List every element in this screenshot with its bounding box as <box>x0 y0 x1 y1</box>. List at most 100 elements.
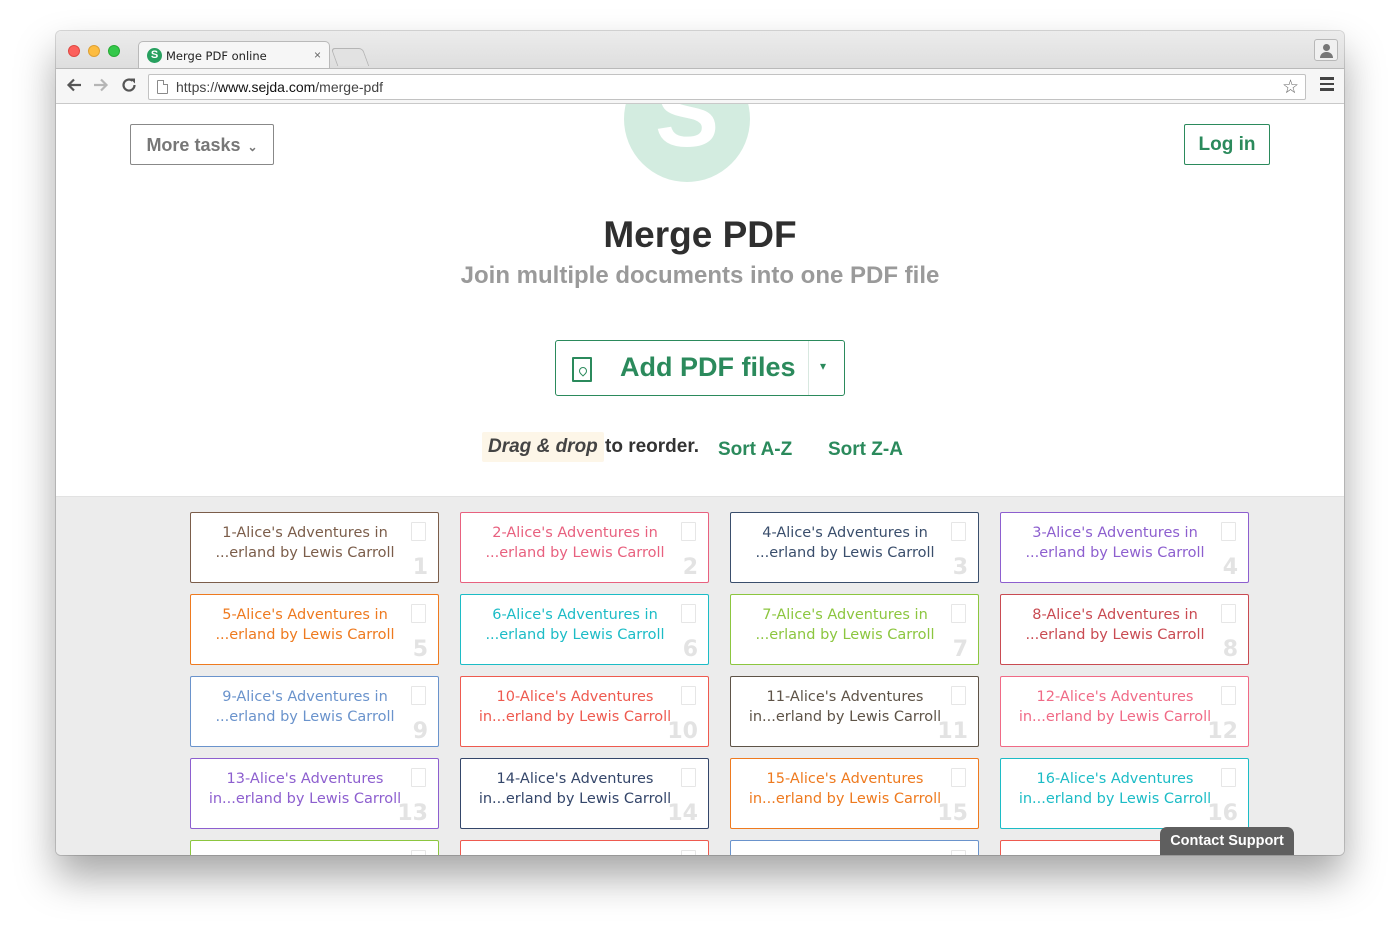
file-order-number: 4 <box>1222 555 1238 580</box>
hamburger-menu-icon[interactable] <box>1320 77 1334 94</box>
address-bar[interactable]: https://www.sejda.com/merge-pdf ☆ <box>148 74 1306 100</box>
file-card[interactable]: 4-Alice's Adventures in ...erland by Lewi… <box>730 512 979 583</box>
file-name: 9-Alice's Adventures in ...erland by Lewi… <box>201 687 409 727</box>
sejda-logo[interactable]: S <box>624 104 750 182</box>
file-name-line-2: in...erland by Lewis Carroll <box>1018 709 1212 725</box>
new-tab-button[interactable] <box>330 48 370 66</box>
arrow-right-icon <box>94 78 109 92</box>
page-title: Merge PDF <box>603 214 797 255</box>
contact-support-button[interactable]: Contact Support <box>1160 827 1294 855</box>
file-card[interactable]: 3-Alice's Adventures in ...erland by Lewi… <box>1000 512 1249 583</box>
file-name: 1-Alice's Adventures in ...erland by Lewi… <box>201 523 409 563</box>
document-icon <box>411 686 426 705</box>
file-order-number: 7 <box>952 637 968 662</box>
file-name: 5-Alice's Adventures in ...erland by Lewi… <box>201 605 409 645</box>
file-name-line-1: 12-Alice's Adventures <box>1036 689 1194 705</box>
document-icon <box>681 604 696 623</box>
file-card[interactable]: 7-Alice's Adventures in ...erland by Lewi… <box>730 594 979 665</box>
url-text[interactable]: https://www.sejda.com/merge-pdf <box>176 79 383 95</box>
file-name-line-2: ...erland by Lewis Carroll <box>755 627 935 643</box>
file-name-line-2: ...erland by Lewis Carroll <box>485 545 665 561</box>
url-path: /merge-pdf <box>315 79 383 95</box>
sort-z-a-link[interactable]: Sort Z-A <box>828 436 903 464</box>
file-card[interactable]: 13-Alice's Adventures in...erland by Lewi… <box>190 758 439 829</box>
files-grid: 1-Alice's Adventures in ...erland by Lewi… <box>56 496 1344 855</box>
document-icon <box>951 604 966 623</box>
sort-a-z-link[interactable]: Sort A-Z <box>718 436 792 464</box>
url-host: www.sejda.com <box>218 79 316 95</box>
reload-icon <box>122 78 136 92</box>
document-icon <box>1221 686 1236 705</box>
file-card[interactable]: 16-Alice's Adventures in...erland by Lewi… <box>1000 758 1249 829</box>
caret-down-icon[interactable]: ▾ <box>820 359 826 373</box>
document-icon <box>951 686 966 705</box>
file-name: 6-Alice's Adventures in ...erland by Lewi… <box>471 605 679 645</box>
back-button[interactable] <box>64 76 84 98</box>
file-card[interactable]: 11-Alice's Adventures in...erland by Lewi… <box>730 676 979 747</box>
page-subtitle: Join multiple documents into one PDF fil… <box>460 262 940 289</box>
document-icon <box>1221 522 1236 541</box>
file-card[interactable]: 14-Alice's Adventures in...erland by Lewi… <box>460 758 709 829</box>
file-name-line-2: in...erland by Lewis Carroll <box>478 791 672 807</box>
document-icon <box>411 522 426 541</box>
file-name: 2-Alice's Adventures in ...erland by Lewi… <box>471 523 679 563</box>
bookmark-star-icon[interactable]: ☆ <box>1282 76 1299 99</box>
forward-button[interactable] <box>91 76 111 98</box>
file-name-line-2: in...erland by Lewis Carroll <box>1018 791 1212 807</box>
tab-close-icon[interactable]: × <box>314 48 321 62</box>
file-name-line-1: 15-Alice's Adventures <box>766 771 924 787</box>
file-order-number: 15 <box>937 801 968 826</box>
minimize-window-button[interactable] <box>88 45 100 57</box>
browser-titlebar: S Merge PDF online × <box>56 31 1344 69</box>
file-name-line-2: ...erland by Lewis Carroll <box>755 545 935 561</box>
document-icon <box>411 850 426 855</box>
button-divider <box>808 341 809 395</box>
document-icon <box>951 768 966 787</box>
file-name: 4-Alice's Adventures in ...erland by Lewi… <box>741 523 949 563</box>
file-order-number: 14 <box>667 801 698 826</box>
close-window-button[interactable] <box>68 45 80 57</box>
file-card[interactable] <box>460 840 709 855</box>
file-card[interactable]: 9-Alice's Adventures in ...erland by Lewi… <box>190 676 439 747</box>
maximize-window-button[interactable] <box>108 45 120 57</box>
document-icon <box>951 850 966 855</box>
file-card[interactable]: 12-Alice's Adventures in...erland by Lewi… <box>1000 676 1249 747</box>
file-card[interactable]: 10-Alice's Adventures in...erland by Lewi… <box>460 676 709 747</box>
profile-icon[interactable] <box>1314 39 1338 61</box>
file-name: 15-Alice's Adventures in...erland by Lewi… <box>741 769 949 809</box>
add-pdf-files-button[interactable]: Add PDF files ▾ <box>555 340 845 396</box>
file-card[interactable] <box>190 840 439 855</box>
document-icon <box>951 522 966 541</box>
more-tasks-label: More tasks <box>146 135 241 155</box>
browser-tab[interactable]: S Merge PDF online × <box>138 41 330 69</box>
file-order-number: 1 <box>412 555 428 580</box>
file-card[interactable]: 6-Alice's Adventures in ...erland by Lewi… <box>460 594 709 665</box>
login-button[interactable]: Log in <box>1184 124 1270 165</box>
file-order-number: 5 <box>412 637 428 662</box>
document-icon <box>1221 768 1236 787</box>
reload-button[interactable] <box>119 76 139 99</box>
file-card[interactable]: 8-Alice's Adventures in ...erland by Lewi… <box>1000 594 1249 665</box>
file-name: 10-Alice's Adventures in...erland by Lewi… <box>471 687 679 727</box>
file-card[interactable]: 1-Alice's Adventures in ...erland by Lewi… <box>190 512 439 583</box>
file-card[interactable]: 2-Alice's Adventures in ...erland by Lewi… <box>460 512 709 583</box>
file-order-number: 11 <box>937 719 968 744</box>
file-name-line-1: 11-Alice's Adventures <box>766 689 924 705</box>
logo-letter: S <box>654 104 720 167</box>
file-name: 11-Alice's Adventures in...erland by Lewi… <box>741 687 949 727</box>
reorder-bar: Drag & drop to reorder. Sort A-Z Sort Z-… <box>56 432 1344 462</box>
file-order-number: 6 <box>682 637 698 662</box>
file-name: 8-Alice's Adventures in ...erland by Lewi… <box>1011 605 1219 645</box>
file-name: 13-Alice's Adventures in...erland by Lewi… <box>201 769 409 809</box>
file-card[interactable]: 15-Alice's Adventures in...erland by Lewi… <box>730 758 979 829</box>
file-card[interactable] <box>730 840 979 855</box>
file-name: 7-Alice's Adventures in ...erland by Lewi… <box>741 605 949 645</box>
more-tasks-button[interactable]: More tasks ⌄ <box>130 124 274 165</box>
file-name-line-2: ...erland by Lewis Carroll <box>1025 627 1205 643</box>
file-order-number: 12 <box>1207 719 1238 744</box>
file-name-line-1: 9-Alice's Adventures in <box>222 689 388 705</box>
url-scheme: https:// <box>176 79 219 95</box>
file-name-line-2: ...erland by Lewis Carroll <box>485 627 665 643</box>
file-card[interactable]: 5-Alice's Adventures in ...erland by Lewi… <box>190 594 439 665</box>
file-order-number: 8 <box>1222 637 1238 662</box>
